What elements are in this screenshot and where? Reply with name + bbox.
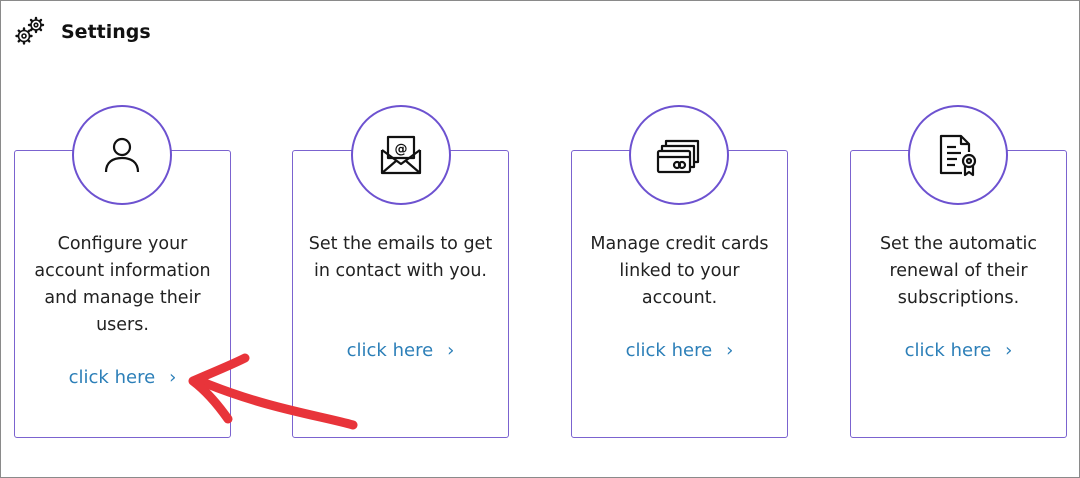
link-label: click here xyxy=(68,367,156,388)
chevron-right-icon: › xyxy=(447,340,455,361)
chevron-right-icon: › xyxy=(1005,340,1013,361)
page-title: Settings xyxy=(61,21,151,43)
settings-header: Settings xyxy=(13,15,151,49)
gears-icon xyxy=(15,16,45,45)
link-label: click here xyxy=(346,340,434,361)
click-here-link-credit-cards[interactable]: click here › xyxy=(572,340,787,361)
link-label: click here xyxy=(904,340,992,361)
credit-cards-icon xyxy=(656,139,700,174)
click-here-link-subscriptions[interactable]: click here › xyxy=(851,340,1066,361)
user-icon-circle xyxy=(72,105,172,205)
credit-cards-icon-circle xyxy=(629,105,729,205)
card-description: Set the emails to get in contact with yo… xyxy=(308,234,493,281)
click-here-link-emails[interactable]: click here › xyxy=(293,340,508,361)
click-here-link-account[interactable]: click here › xyxy=(15,367,230,388)
certificate-document-icon xyxy=(939,134,977,177)
email-icon-circle: @ xyxy=(351,105,451,205)
chevron-right-icon: › xyxy=(169,367,177,388)
settings-panel: Settings Configure your account informat… xyxy=(0,0,1080,478)
card-description: Configure your account information and m… xyxy=(34,234,211,335)
user-icon xyxy=(104,137,140,173)
email-envelope-icon: @ xyxy=(380,135,422,175)
certificate-icon-circle xyxy=(908,105,1008,205)
card-description: Set the automatic renewal of their subsc… xyxy=(879,234,1038,308)
chevron-right-icon: › xyxy=(726,340,734,361)
link-label: click here xyxy=(625,340,713,361)
svg-text:@: @ xyxy=(395,142,408,157)
card-description: Manage credit cards linked to your accou… xyxy=(590,234,769,308)
